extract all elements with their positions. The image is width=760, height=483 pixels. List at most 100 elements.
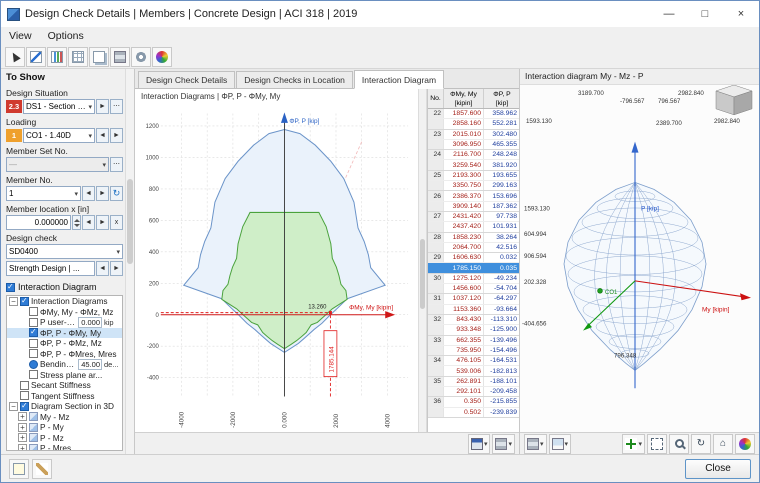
table-row[interactable]: 1785.150 0.035	[428, 263, 519, 274]
expand-icon[interactable]: +	[18, 412, 27, 422]
table-row[interactable]: 1153.360 -93.664	[428, 304, 519, 315]
collapse-icon[interactable]: −	[9, 401, 18, 411]
table-row[interactable]: 3259.540 381.920	[428, 160, 519, 171]
close-button[interactable]: Close	[685, 458, 751, 479]
table-row[interactable]: 34 476.105 -164.531	[428, 356, 519, 367]
design-check-type[interactable]: Strength Design | ...	[6, 261, 95, 276]
interaction-curve-button[interactable]	[26, 46, 46, 67]
reset-view-button[interactable]	[735, 433, 755, 454]
table-scrollbar[interactable]	[418, 89, 427, 432]
tree-item-interaction-diagrams[interactable]: − Interaction Diagrams	[7, 296, 122, 307]
design-situation-select[interactable]: DS1 - Section 2.3 (URFD), 1. to 5... ▾	[23, 99, 95, 114]
result-table-button[interactable]	[68, 46, 88, 67]
checkbox[interactable]	[20, 391, 29, 401]
orbit-button[interactable]: ↻	[691, 433, 711, 454]
member-set-more-button[interactable]: ⋯	[110, 157, 123, 172]
location-prev-button[interactable]: ◄	[82, 215, 95, 230]
table-row[interactable]: 33 662.355 -139.496	[428, 335, 519, 346]
expand-icon[interactable]: +	[18, 433, 27, 443]
checkbox[interactable]	[29, 349, 38, 359]
value-field[interactable]: 45.00	[78, 358, 102, 370]
tree-item-p-mres[interactable]: + P - Mres	[7, 443, 122, 450]
design-check-next-button[interactable]: ►	[110, 261, 123, 276]
interaction-3d-view[interactable]: CO1 P [kip] My [kipin] 3189.700 -796.567 796.…	[520, 85, 759, 432]
table-row[interactable]: 2437.420 101.931	[428, 222, 519, 233]
tree-item-p-user-defined[interactable]: P user-defined0.000kip	[7, 316, 122, 328]
tree-item-tangent-stiffness[interactable]: Tangent Stiffness	[7, 391, 122, 402]
add-view-button[interactable]: ▾	[622, 433, 645, 454]
tab-interaction-diagram[interactable]: Interaction Diagram	[353, 70, 445, 89]
table-row[interactable]: 3096.950 465.355	[428, 139, 519, 151]
table-row[interactable]: 22 1857.600 358.962	[428, 109, 519, 120]
table-scrollbar-thumb[interactable]	[420, 239, 425, 309]
zoom-button[interactable]	[669, 433, 689, 454]
maximize-button[interactable]: □	[687, 1, 723, 27]
tab-design-check-details[interactable]: Design Check Details	[138, 71, 236, 88]
tree-item-p-mz[interactable]: + P - Mz	[7, 433, 122, 444]
location-extra-button[interactable]: x	[110, 215, 123, 230]
value-field[interactable]: 0.000	[78, 316, 102, 328]
table-row[interactable]: 292.101 -209.458	[428, 387, 519, 398]
pointer-tool-button[interactable]	[5, 46, 25, 67]
loading-select[interactable]: CO1 - 1.40D ▾	[23, 128, 95, 143]
member-prev-button[interactable]: ◄	[82, 186, 95, 201]
result-chart-button[interactable]	[47, 46, 67, 67]
table-row[interactable]: 735.950 -154.496	[428, 345, 519, 357]
checkbox[interactable]	[29, 359, 38, 369]
export-table-button[interactable]: ▾	[467, 433, 491, 454]
left-scrollbar-thumb[interactable]	[127, 179, 133, 264]
table-row[interactable]: 32 843.430 -113.310	[428, 314, 519, 326]
tree-item-secant-stiffness[interactable]: Secant Stiffness	[7, 380, 122, 391]
tree-item-diagram-section-in-3d[interactable]: − Diagram Section in 3D	[7, 401, 122, 412]
checkbox[interactable]	[29, 317, 38, 327]
home-view-button[interactable]: ⌂	[713, 433, 733, 454]
design-check-select[interactable]: SD0400 ▾	[6, 244, 123, 259]
member-no-select[interactable]: 1 ▾	[6, 186, 81, 201]
checkbox[interactable]	[20, 380, 29, 390]
diagram-icon[interactable]	[29, 422, 38, 432]
display-colors-button[interactable]	[152, 46, 172, 67]
settings-button[interactable]	[131, 46, 151, 67]
zoom-window-button[interactable]	[647, 433, 667, 454]
table-row[interactable]: 0.502 -239.839	[428, 407, 519, 418]
menu-options[interactable]: Options	[40, 30, 92, 42]
table-row[interactable]: 23 2015.010 302.480	[428, 129, 519, 140]
design-check-prev-button[interactable]: ◄	[96, 261, 109, 276]
edit-button[interactable]	[32, 458, 52, 479]
table-row[interactable]: 2064.700 42.516	[428, 242, 519, 254]
tree-item-stress-plane-ar[interactable]: Stress plane ar...	[7, 370, 122, 381]
table-row[interactable]: 3909.140 187.362	[428, 201, 519, 212]
tree-item-p-p-mres-mres[interactable]: ΦP, P - ΦMres, Mres	[7, 349, 122, 360]
table-row[interactable]: 3350.750 299.163	[428, 181, 519, 192]
expand-icon[interactable]: +	[18, 422, 27, 432]
close-window-button[interactable]: ×	[723, 1, 759, 27]
checkbox[interactable]	[29, 338, 38, 348]
table-row[interactable]: 26 2386.370 153.696	[428, 191, 519, 202]
table-row[interactable]: 36 0.350 -215.855	[428, 397, 519, 408]
table-row[interactable]: 30 1275.120 -49.234	[428, 273, 519, 285]
interaction-diagram-checkbox[interactable]	[6, 282, 15, 292]
table-row[interactable]: 1456.600 -54.704	[428, 284, 519, 295]
checkbox[interactable]	[29, 370, 38, 380]
display-options-button[interactable]: ▾	[548, 433, 572, 454]
copy-button[interactable]	[89, 46, 109, 67]
table-row[interactable]: 933.348 -125.900	[428, 325, 519, 336]
minimize-button[interactable]: —	[651, 1, 687, 27]
tree-item-p-p-mz-mz[interactable]: ΦP, P - ΦMz, Mz	[7, 338, 122, 349]
location-spinner[interactable]	[72, 215, 81, 230]
tree-item-p-my[interactable]: + P - My	[7, 422, 122, 433]
table-row[interactable]: 35 262.891 -188.101	[428, 376, 519, 388]
table-row[interactable]: 25 2193.300 193.655	[428, 170, 519, 182]
tab-design-checks-in-location[interactable]: Design Checks in Location	[236, 71, 353, 88]
checkbox[interactable]	[20, 401, 29, 411]
member-next-button[interactable]: ►	[96, 186, 109, 201]
diagram-icon[interactable]	[29, 443, 38, 450]
interaction-diagram-master-row[interactable]: Interaction Diagram	[6, 280, 123, 294]
comment-button[interactable]	[9, 458, 29, 479]
collapse-icon[interactable]: −	[9, 296, 18, 306]
member-set-select[interactable]: — ▾	[6, 157, 109, 172]
menu-view[interactable]: View	[1, 30, 40, 42]
print-view-button[interactable]: ▾	[524, 433, 547, 454]
expand-icon[interactable]: +	[18, 443, 27, 450]
left-scrollbar[interactable]	[125, 69, 134, 454]
